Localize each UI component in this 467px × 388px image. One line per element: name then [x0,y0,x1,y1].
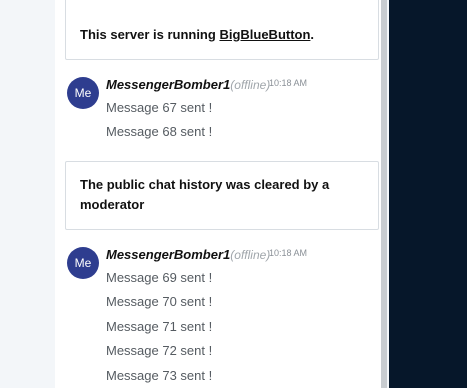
message-text: Message 71 sent ! [106,319,213,334]
avatar: Me [67,77,99,109]
sender-name: MessengerBomber1 [106,77,231,92]
message-header: MessengerBomber1(offline) 10:18 AM [106,76,307,94]
chat-scrollbar[interactable] [381,0,387,388]
history-cleared-line2: moderator [80,197,145,212]
left-gutter [0,0,55,388]
presentation-area [389,0,467,388]
sender-status: (offline) [230,78,271,92]
message-text: Message 70 sent ! [106,294,213,309]
sender-status: (offline) [230,248,271,262]
message-text: Message 67 sent ! [106,100,213,115]
message-text: Message 68 sent ! [106,124,213,139]
chat-message-list[interactable]: This server is running BigBlueButton. Me… [55,0,387,388]
message-header: MessengerBomber1(offline) 10:18 AM [106,246,307,264]
message-text: Message 73 sent ! [106,368,213,383]
bigbluebutton-link[interactable]: BigBlueButton [219,27,310,42]
message-time: 10:18 AM [269,248,308,258]
message-time: 10:18 AM [269,78,308,88]
system-message-server-info: This server is running BigBlueButton. [65,0,379,60]
system-message-history-cleared: The public chat history was cleared by a… [65,161,379,230]
history-cleared-line1: The public chat history was cleared by a [80,177,330,192]
server-notice-suffix: . [310,27,315,42]
avatar: Me [67,247,99,279]
message-text: Message 69 sent ! [106,270,213,285]
message-text: Message 72 sent ! [106,343,213,358]
server-notice-prefix: This server is running [80,27,220,42]
sender-name: MessengerBomber1 [106,247,231,262]
